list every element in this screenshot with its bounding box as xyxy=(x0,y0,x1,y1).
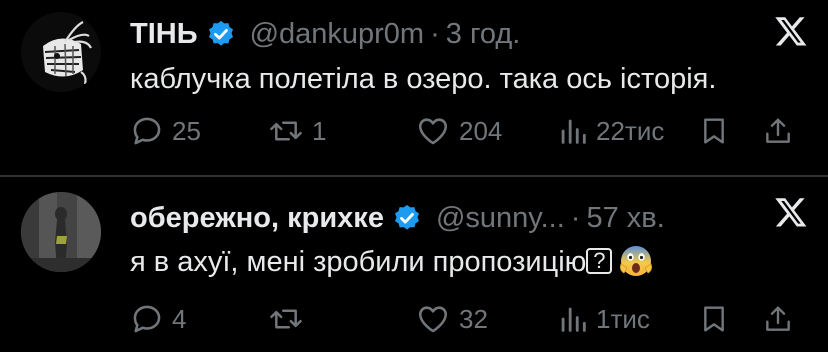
like-button[interactable]: 32 xyxy=(415,299,488,339)
share-button[interactable] xyxy=(762,111,794,151)
repost-button[interactable]: 1 xyxy=(268,111,326,151)
reply-button[interactable]: 4 xyxy=(130,299,186,339)
reply-icon xyxy=(133,117,161,145)
x-logo-icon[interactable] xyxy=(774,14,808,48)
like-button[interactable]: 204 xyxy=(415,111,502,151)
repost-count: 1 xyxy=(312,115,327,146)
reply-count: 4 xyxy=(172,303,187,334)
views-icon xyxy=(561,307,586,332)
views-button[interactable]: 1тис xyxy=(558,299,650,339)
bookmark-button[interactable] xyxy=(698,111,730,151)
heart-icon xyxy=(418,306,448,333)
post[interactable]: обережно, крихке @sunny... · 57 хв. я в … xyxy=(0,177,828,352)
author-handle[interactable]: @sunny... xyxy=(436,202,565,235)
like-count: 204 xyxy=(459,115,503,146)
post-text: каблучка полетіла в озеро. така ось істо… xyxy=(130,63,717,95)
reply-button[interactable]: 25 xyxy=(130,111,201,151)
repost-icon xyxy=(270,309,302,329)
avatar[interactable] xyxy=(21,12,101,92)
face-screaming-icon xyxy=(620,246,653,277)
share-button[interactable] xyxy=(762,299,794,339)
share-icon xyxy=(766,118,790,143)
separator-dot: · xyxy=(430,17,440,50)
verified-badge-icon xyxy=(208,20,233,46)
post-text: я в ахуї, мені зробили пропозицію? xyxy=(130,246,654,279)
question-box-glyph: ? xyxy=(586,248,613,275)
views-icon xyxy=(561,119,586,144)
reply-count: 25 xyxy=(172,115,201,146)
author-handle[interactable]: @dankupr0m xyxy=(250,18,425,51)
views-count: 22тис xyxy=(596,115,665,146)
post-text-body: я в ахуї, мені зробили пропозицію xyxy=(130,246,587,278)
separator-dot: · xyxy=(570,201,581,234)
views-button[interactable]: 22тис xyxy=(558,111,664,151)
views-count: 1тис xyxy=(596,303,650,334)
share-icon xyxy=(766,306,790,331)
post-time[interactable]: 3 год. xyxy=(446,18,521,51)
post[interactable]: ТІНЬ @dankupr0m · 3 год. каблучка полеті… xyxy=(0,0,828,175)
verified-badge-icon xyxy=(394,204,419,230)
repost-button[interactable] xyxy=(268,299,312,339)
post-header: обережно, крихке @sunny... · 57 хв. xyxy=(130,198,665,238)
action-bar: 25 1 204 22тис xyxy=(130,111,810,151)
action-bar: 4 32 1тис xyxy=(130,299,810,339)
avatar[interactable] xyxy=(21,192,101,272)
bookmark-button[interactable] xyxy=(698,299,730,339)
author-name[interactable]: ТІНЬ xyxy=(130,18,198,51)
author-name[interactable]: обережно, крихке xyxy=(130,202,384,235)
bookmark-icon xyxy=(704,118,724,144)
x-logo-icon[interactable] xyxy=(774,195,808,229)
post-header: ТІНЬ @dankupr0m · 3 год. xyxy=(130,14,520,54)
post-time[interactable]: 57 хв. xyxy=(586,202,664,235)
like-count: 32 xyxy=(459,303,488,334)
stitched-mask-icon xyxy=(21,12,101,92)
heart-icon xyxy=(418,118,448,145)
repost-icon xyxy=(270,121,302,141)
person-photo xyxy=(21,192,101,272)
bookmark-icon xyxy=(704,306,724,332)
reply-icon xyxy=(133,305,161,333)
